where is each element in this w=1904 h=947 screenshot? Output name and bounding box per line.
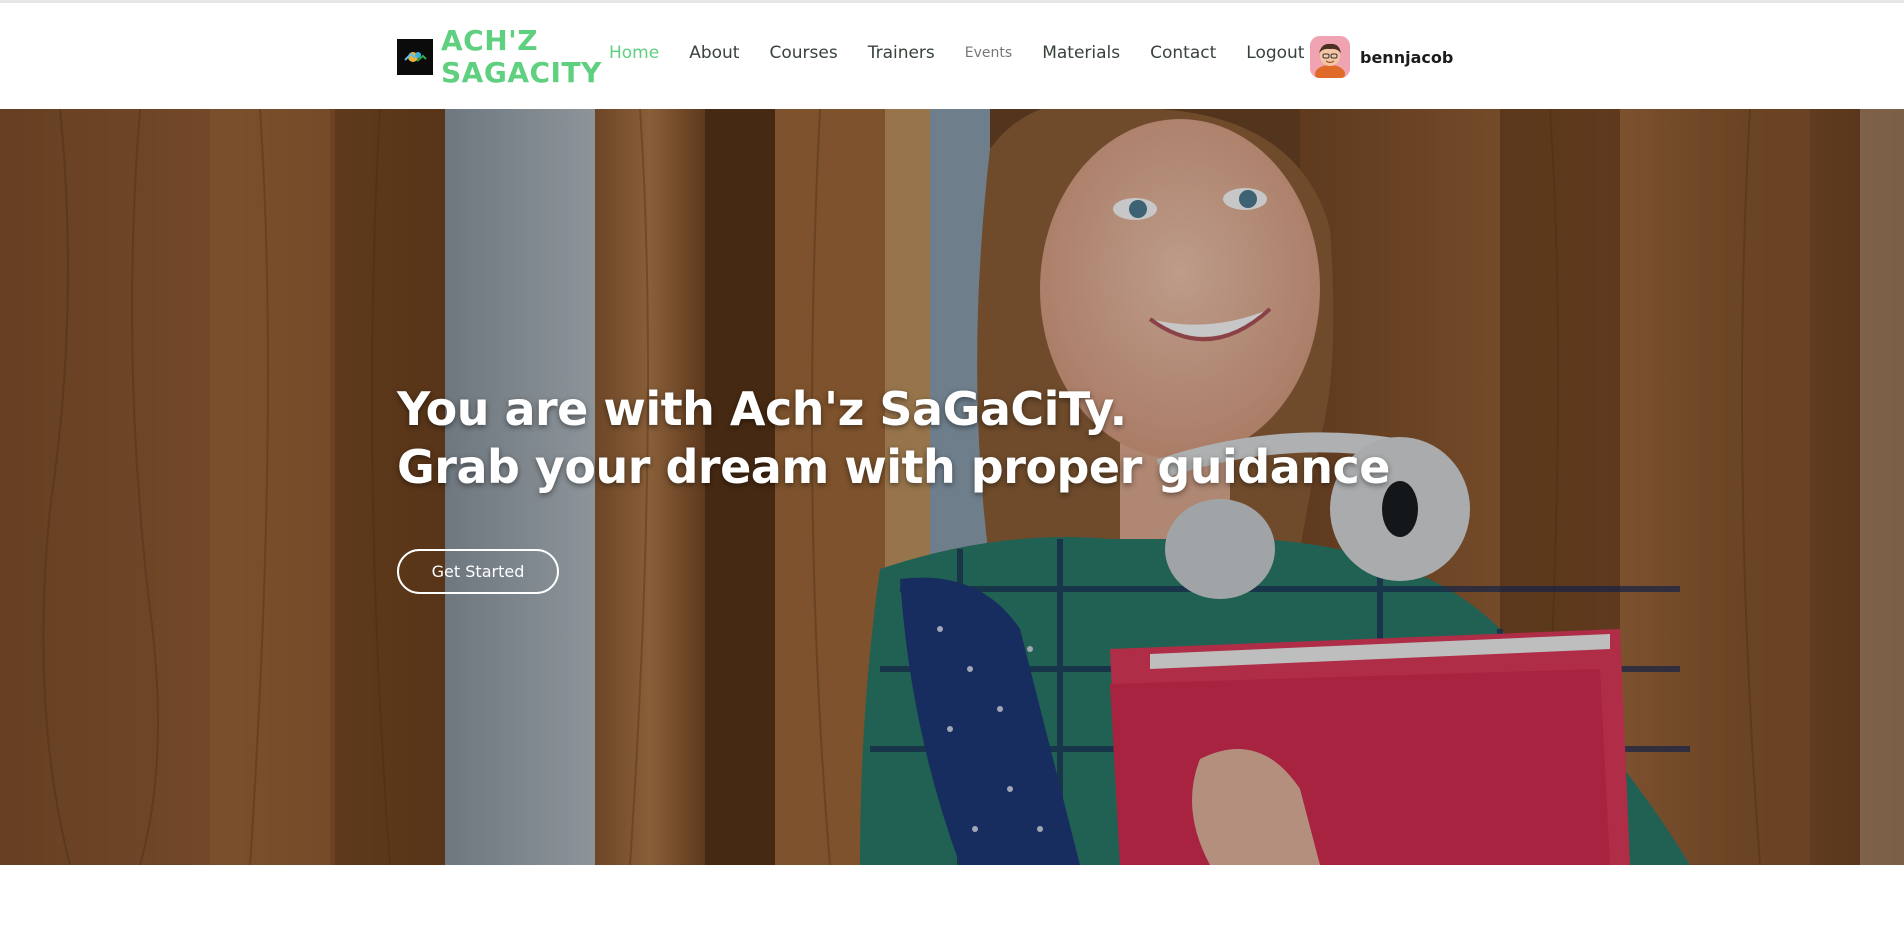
nav-item-logout[interactable]: Logout xyxy=(1246,43,1304,63)
site-header: ACH'Z SAGACITY Home About Courses Traine… xyxy=(0,3,1904,109)
nav-item-events[interactable]: Events xyxy=(965,45,1012,61)
avatar-icon[interactable] xyxy=(1310,36,1350,78)
nav-item-contact[interactable]: Contact xyxy=(1150,43,1216,63)
hero-line-1: You are with Ach'z SaGaCiTy. xyxy=(397,382,1127,436)
hero-section: You are with Ach'z SaGaCiTy. Grab your d… xyxy=(0,109,1904,865)
nav-item-materials[interactable]: Materials xyxy=(1042,43,1120,63)
brand-name[interactable]: ACH'Z SAGACITY xyxy=(441,25,601,89)
nav-item-trainers[interactable]: Trainers xyxy=(868,43,935,63)
nav-item-about[interactable]: About xyxy=(689,43,739,63)
brand[interactable]: ACH'Z SAGACITY xyxy=(397,22,601,92)
username[interactable]: bennjacob xyxy=(1360,48,1453,67)
user-menu[interactable]: bennjacob xyxy=(1310,36,1453,78)
hero-line-2: Grab your dream with proper guidance xyxy=(397,440,1390,494)
logo-icon[interactable] xyxy=(397,39,433,75)
nav-item-courses[interactable]: Courses xyxy=(769,43,837,63)
main-nav: Home About Courses Trainers Events Mater… xyxy=(609,43,1334,63)
nav-item-home[interactable]: Home xyxy=(609,43,659,63)
hero-heading: You are with Ach'z SaGaCiTy. Grab your d… xyxy=(397,380,1390,496)
get-started-button[interactable]: Get Started xyxy=(397,549,559,594)
